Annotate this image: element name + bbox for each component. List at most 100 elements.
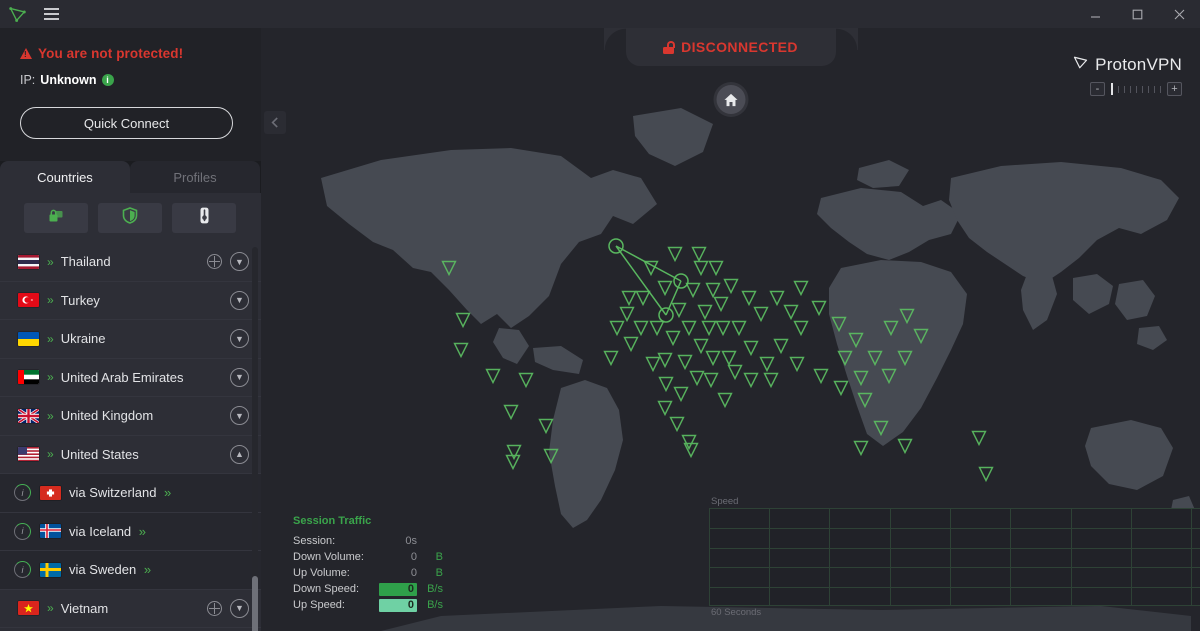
zoom-in-button[interactable]: + [1167,82,1182,96]
flag-icon-us [18,447,39,462]
title-bar [0,0,1200,28]
secure-core-arrow-icon: » [47,331,54,346]
country-row-via-iceland[interactable]: via Iceland » [0,512,261,551]
expand-country-button[interactable]: ▼ [230,367,249,387]
flag-icon-tr [18,293,39,308]
minimize-button[interactable] [1074,0,1116,28]
collapse-sidebar-button[interactable] [264,111,286,134]
country-list[interactable]: » Thailand ▼ » Turkey ▼ » Ukraine ▼ » United Arab … [0,243,261,631]
hamburger-menu-icon[interactable] [34,8,68,20]
brand-name: ProtonVPN [1095,55,1182,74]
traffic-value: 0 [410,567,417,579]
server-load-icon [14,484,31,502]
zoom-tick [1160,85,1161,93]
zoom-slider-handle[interactable] [1111,83,1113,95]
zoom-tick [1130,85,1131,93]
zoom-out-button[interactable]: - [1090,82,1105,96]
traffic-value: 0s [405,535,417,547]
home-button[interactable] [716,85,745,114]
expand-country-button[interactable]: ▼ [230,406,249,426]
connection-status-panel: You are not protected! IP: Unknown i Qui… [0,28,261,161]
tab-profiles[interactable]: Profiles [130,161,260,193]
map-panel[interactable]: DISCONNECTED ProtonVPN - + Session Traff… [261,28,1200,631]
country-row-united-kingdom[interactable]: » United Kingdom ▼ [0,397,261,436]
country-list-scrollbar-track[interactable] [252,247,258,631]
graph-x-label: 60 Seconds [711,607,762,618]
secure-core-filter-button[interactable] [24,203,88,233]
server-load-icon [14,522,31,540]
home-icon [723,93,738,106]
protonvpn-logo-icon [1073,55,1088,75]
map-zoom-control[interactable]: - + [1090,82,1182,96]
expand-country-button[interactable]: ▼ [230,598,249,618]
traffic-unit: B/s [427,583,443,595]
p2p-filter-button[interactable] [98,203,162,233]
flag-icon-vn [18,601,39,616]
secure-core-arrow-icon: » [47,601,54,616]
flag-icon-se [40,562,61,577]
traffic-row-session: Session: 0s [293,533,443,549]
tor-filter-button[interactable] [172,203,236,233]
country-name: United Kingdom [60,408,154,424]
country-row-via-switzerland[interactable]: via Switzerland » [0,474,261,513]
ip-display: IP: Unknown i [20,73,241,87]
country-list-scrollbar-thumb[interactable] [252,576,258,631]
server-load-icon [14,561,31,579]
server-filter-bar [0,193,261,243]
country-row-ukraine[interactable]: » Ukraine ▼ [0,320,261,359]
protonvpn-window: You are not protected! IP: Unknown i Qui… [0,0,1200,631]
quick-connect-button[interactable]: Quick Connect [20,107,233,139]
secure-core-arrow-icon: » [47,293,54,308]
expand-country-button[interactable]: ▼ [230,252,249,272]
secure-core-arrow-icon: » [47,408,54,423]
ip-label: IP: [20,73,36,87]
traffic-row-downvolume: Down Volume: 0 B [293,549,443,565]
country-row-united-arab-emirates[interactable]: » United Arab Emirates ▼ [0,359,261,397]
maximize-button[interactable] [1116,0,1158,28]
p2p-globe-icon[interactable] [207,600,222,616]
country-name: United Arab Emirates [60,369,184,385]
graph-y-label: Speed [711,496,739,507]
sidebar-tabs: Countries Profiles [0,161,261,193]
info-icon[interactable]: i [101,74,114,86]
session-traffic-panel: Session Traffic Session: 0s Down Volume: 0 B… [293,515,443,613]
speed-graph-grid [709,508,1200,606]
country-row-turkey[interactable]: » Turkey ▼ [0,282,261,320]
close-button[interactable] [1158,0,1200,28]
country-name: Thailand [60,254,111,270]
traffic-label: Down Speed: [293,583,360,595]
country-row-thailand[interactable]: » Thailand ▼ [0,243,261,282]
flag-icon-ae [18,370,39,385]
connection-status-bar: DISCONNECTED [603,28,836,66]
country-name: United States [60,446,139,462]
country-name: via Sweden » [69,562,152,578]
zoom-slider-track[interactable] [1108,83,1164,95]
traffic-label: Down Volume: [293,551,364,563]
country-row-vietnam[interactable]: » Vietnam ▼ [0,590,261,628]
flag-icon-is [40,524,61,539]
country-name: via Iceland » [69,523,146,539]
shield-icon [122,207,138,229]
zoom-tick [1154,85,1155,93]
flag-icon-th [18,254,39,269]
secure-core-lock-icon [48,208,64,229]
expand-country-button[interactable]: ▼ [230,329,249,349]
unlocked-padlock-icon [663,40,676,54]
country-row-united-states[interactable]: » United States ▲ [0,436,261,474]
country-row-via-sweden[interactable]: via Sweden » [0,551,261,590]
sidebar: You are not protected! IP: Unknown i Qui… [0,28,261,631]
expand-country-button[interactable]: ▼ [230,290,249,310]
country-name: Turkey [60,292,100,308]
traffic-label: Up Speed: [293,599,345,611]
traffic-value: 0 [410,551,417,563]
secure-core-arrow-icon: » [47,370,54,385]
traffic-row-upvolume: Up Volume: 0 B [293,565,443,581]
zoom-tick [1118,85,1119,93]
zoom-tick [1142,85,1143,93]
expand-country-button[interactable]: ▲ [230,444,249,464]
p2p-globe-icon[interactable] [207,254,222,270]
traffic-label: Up Volume: [293,567,350,579]
secure-core-arrow-icon: » [47,254,54,269]
tab-countries[interactable]: Countries [0,161,130,193]
session-traffic-title: Session Traffic [293,515,372,527]
